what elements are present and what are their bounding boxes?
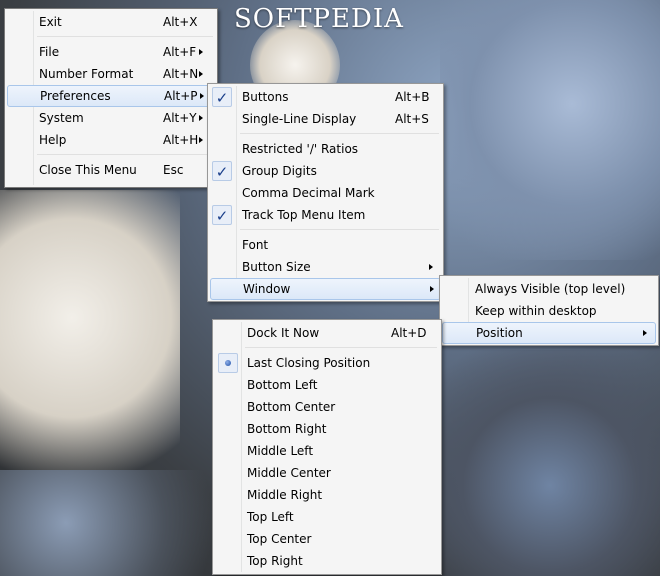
menu-item-accelerator: Alt+H xyxy=(163,133,199,147)
sky-background xyxy=(440,0,660,260)
menu-item-preferences[interactable]: Preferences Alt+P xyxy=(7,85,215,107)
menu-item-accelerator: Alt+N xyxy=(163,67,199,81)
menu-item-accelerator: Esc xyxy=(163,163,184,177)
menu-item-accelerator: Alt+Y xyxy=(163,111,197,125)
submenu-arrow-icon xyxy=(199,49,203,55)
menu-item-middle-center[interactable]: Middle Center xyxy=(215,462,439,484)
submenu-arrow-icon xyxy=(200,93,204,99)
menu-item-accelerator: Alt+D xyxy=(391,326,427,340)
menu-item-label: Button Size xyxy=(242,260,311,274)
menu-item-dock-it-now[interactable]: Dock It Now Alt+D xyxy=(215,322,439,344)
menu-item-system[interactable]: System Alt+Y xyxy=(7,107,215,129)
menu-item-help[interactable]: Help Alt+H xyxy=(7,129,215,151)
menu-item-accelerator: Alt+X xyxy=(163,15,198,29)
menu-item-accelerator: Alt+S xyxy=(395,112,429,126)
blossom-background xyxy=(0,190,180,510)
menu-separator xyxy=(7,151,215,159)
check-icon: ✓ xyxy=(212,205,232,225)
sky-background-lower xyxy=(0,470,220,576)
menu-item-number-format[interactable]: Number Format Alt+N xyxy=(7,63,215,85)
menu-item-label: Window xyxy=(243,282,291,296)
radio-bullet-icon xyxy=(218,353,238,373)
menu-separator xyxy=(210,130,441,138)
submenu-arrow-icon xyxy=(199,71,203,77)
submenu-arrow-icon xyxy=(199,137,203,143)
submenu-arrow-icon xyxy=(429,264,433,270)
menu-item-label: System xyxy=(39,111,84,125)
menu-item-top-center[interactable]: Top Center xyxy=(215,528,439,550)
branch-background xyxy=(440,350,660,576)
menu-item-always-visible[interactable]: Always Visible (top level) xyxy=(442,278,656,300)
position-submenu: Dock It Now Alt+D Last Closing Position … xyxy=(212,319,442,575)
menu-item-track-top-menu-item[interactable]: ✓ Track Top Menu Item xyxy=(210,204,441,226)
menu-item-label: Comma Decimal Mark xyxy=(242,186,375,200)
menu-item-keep-within-desktop[interactable]: Keep within desktop xyxy=(442,300,656,322)
menu-item-label: Middle Center xyxy=(247,466,331,480)
menu-item-exit[interactable]: Exit Alt+X xyxy=(7,11,215,33)
menu-item-file[interactable]: File Alt+F xyxy=(7,41,215,63)
menu-item-label: Group Digits xyxy=(242,164,317,178)
menu-item-button-size[interactable]: Button Size xyxy=(210,256,441,278)
menu-item-label: File xyxy=(39,45,60,59)
menu-item-label: Restricted '/' Ratios xyxy=(242,142,359,156)
menu-item-font[interactable]: Font xyxy=(210,234,441,256)
menu-item-single-line-display[interactable]: Single-Line Display Alt+S xyxy=(210,108,441,130)
softpedia-watermark: SOFTPEDIA xyxy=(234,4,404,34)
menu-item-buttons[interactable]: ✓ Buttons Alt+B xyxy=(210,86,441,108)
menu-separator xyxy=(210,226,441,234)
menu-item-label: Middle Left xyxy=(247,444,314,458)
menu-item-label: Buttons xyxy=(242,90,289,104)
menu-item-label: Dock It Now xyxy=(247,326,320,340)
menu-item-label: Top Left xyxy=(247,510,294,524)
submenu-arrow-icon xyxy=(643,330,647,336)
menu-item-last-closing-position[interactable]: Last Closing Position xyxy=(215,352,439,374)
menu-item-comma-decimal-mark[interactable]: Comma Decimal Mark xyxy=(210,182,441,204)
menu-item-bottom-center[interactable]: Bottom Center xyxy=(215,396,439,418)
menu-separator xyxy=(215,344,439,352)
menu-item-label: Middle Right xyxy=(247,488,323,502)
menu-item-label: Top Right xyxy=(247,554,303,568)
menu-item-label: Last Closing Position xyxy=(247,356,371,370)
menu-item-top-left[interactable]: Top Left xyxy=(215,506,439,528)
menu-item-bottom-right[interactable]: Bottom Right xyxy=(215,418,439,440)
submenu-arrow-icon xyxy=(430,286,434,292)
menu-separator xyxy=(7,33,215,41)
menu-item-label: Preferences xyxy=(40,89,111,103)
menu-item-close[interactable]: Close This Menu Esc xyxy=(7,159,215,181)
main-menu: Exit Alt+X File Alt+F Number Format Alt+… xyxy=(4,8,218,188)
menu-item-label: Position xyxy=(476,326,523,340)
check-icon: ✓ xyxy=(212,87,232,107)
menu-item-label: Track Top Menu Item xyxy=(242,208,366,222)
menu-item-label: Help xyxy=(39,133,67,147)
menu-item-middle-left[interactable]: Middle Left xyxy=(215,440,439,462)
check-icon: ✓ xyxy=(212,161,232,181)
menu-item-label: Bottom Right xyxy=(247,422,327,436)
menu-item-position[interactable]: Position xyxy=(442,322,656,344)
menu-item-group-digits[interactable]: ✓ Group Digits xyxy=(210,160,441,182)
menu-item-label: Single-Line Display xyxy=(242,112,357,126)
menu-item-label: Keep within desktop xyxy=(475,304,597,318)
menu-item-label: Bottom Center xyxy=(247,400,336,414)
menu-item-bottom-left[interactable]: Bottom Left xyxy=(215,374,439,396)
menu-item-top-right[interactable]: Top Right xyxy=(215,550,439,572)
window-submenu: Always Visible (top level) Keep within d… xyxy=(439,275,659,346)
menu-item-accelerator: Alt+F xyxy=(163,45,197,59)
menu-item-window[interactable]: Window xyxy=(210,278,441,300)
menu-item-label: Close This Menu xyxy=(39,163,137,177)
menu-item-label: Font xyxy=(242,238,269,252)
menu-item-middle-right[interactable]: Middle Right xyxy=(215,484,439,506)
menu-item-label: Always Visible (top level) xyxy=(475,282,626,296)
menu-item-accelerator: Alt+P xyxy=(164,89,198,103)
submenu-arrow-icon xyxy=(199,115,203,121)
menu-item-label: Top Center xyxy=(247,532,312,546)
preferences-submenu: ✓ Buttons Alt+B Single-Line Display Alt+… xyxy=(207,83,444,302)
menu-item-label: Exit xyxy=(39,15,62,29)
menu-item-label: Number Format xyxy=(39,67,134,81)
menu-item-accelerator: Alt+B xyxy=(395,90,430,104)
menu-item-label: Bottom Left xyxy=(247,378,318,392)
menu-item-restricted-ratios[interactable]: Restricted '/' Ratios xyxy=(210,138,441,160)
